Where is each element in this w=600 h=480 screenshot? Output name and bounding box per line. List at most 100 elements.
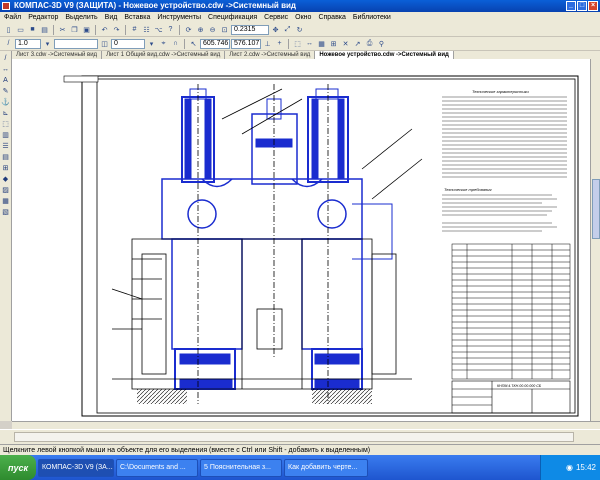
close-button[interactable]: × (588, 1, 598, 11)
library-icon[interactable]: ⚲ (376, 38, 387, 49)
dimension-icon[interactable]: ↔ (304, 38, 315, 49)
coord-y-field[interactable]: 576.107 (231, 38, 261, 49)
task-documents[interactable]: C:\Documents and ... (116, 458, 198, 477)
round-icon[interactable]: + (274, 38, 285, 49)
associative-view-icon[interactable]: ▥ (1, 131, 10, 140)
toolbar-separator (95, 24, 96, 35)
tab-sheet-2[interactable]: Лист 2.cdw ->Системный вид (225, 51, 316, 59)
designations-icon[interactable]: A (1, 76, 10, 85)
status-text: Щелкните левой кнопкой мыши на объекте д… (3, 447, 371, 454)
print-icon[interactable]: ▤ (39, 24, 50, 35)
toolbar-separator (288, 38, 289, 49)
drawing-canvas[interactable]: Технические характеристики Технические т… (12, 59, 590, 421)
menu-file[interactable]: Файл (4, 14, 21, 21)
vertical-scroll-thumb[interactable] (592, 179, 600, 239)
standard-toolbar: ▯ ▭ ■ ▤ ✂ ❐ ▣ ↶ ↷ # ☷ ⌥ ? ⟳ ⊕ ⊖ ⊡ 0.2315… (0, 23, 600, 37)
zoom-fit-icon[interactable]: ⤢ (282, 24, 293, 35)
reports-icon[interactable]: ▤ (1, 153, 10, 162)
help-arrow-icon[interactable]: ↗ (352, 38, 363, 49)
minimize-button[interactable]: _ (566, 1, 576, 11)
properties-icon[interactable]: ☷ (141, 24, 152, 35)
open-folder-icon[interactable]: ▭ (15, 24, 26, 35)
geometry-icon[interactable]: / (1, 54, 10, 63)
zoom-field[interactable]: 0.2315 (231, 24, 269, 35)
tab-knife-device[interactable]: Ножевое устройство.cdw ->Системный вид (315, 51, 454, 59)
grid-icon[interactable]: # (129, 24, 140, 35)
tab-sheet-1[interactable]: Лист 1 Общий вид.cdw ->Системный вид (102, 51, 226, 59)
snap-icon[interactable]: ⌖ (158, 38, 169, 49)
kompas-app-icon (2, 2, 10, 10)
coord-x-field[interactable]: 605.746 (200, 38, 230, 49)
line-width-field[interactable]: 1.0 (15, 38, 41, 49)
zoom-window-icon[interactable]: ⊡ (219, 24, 230, 35)
layer-icon[interactable]: ◫ (99, 38, 110, 49)
insert-icon[interactable]: ⊞ (1, 164, 10, 173)
measure-icon[interactable]: ⊾ (1, 109, 10, 118)
menu-service[interactable]: Сервис (264, 14, 288, 21)
style-select[interactable] (54, 38, 98, 49)
current-state-toolbar: / 1.0 ▾ ◫ 0 ▾ ⌖ ∩ ↖ 605.746 576.107 ⊥ + … (0, 37, 600, 51)
fragment-icon[interactable]: ▦ (1, 197, 10, 206)
ortho-icon[interactable]: ⊥ (262, 38, 273, 49)
zoom-in-icon[interactable]: ⊕ (195, 24, 206, 35)
style-icon[interactable]: / (3, 38, 14, 49)
compact-panel: / ↔ A ✎ ⚓ ⊾ ⬚ ▥ ☰ ▤ ⊞ ◆ ▨ ▦ ▧ (0, 51, 12, 421)
maximize-button[interactable]: □ (577, 1, 587, 11)
raster-icon[interactable]: ▨ (1, 186, 10, 195)
task-how-to-add[interactable]: Как добавить черте... (284, 458, 368, 477)
dimensions-icon[interactable]: ↔ (1, 65, 10, 74)
menu-tools[interactable]: Инструменты (157, 14, 201, 21)
macro-icon[interactable]: ◆ (1, 175, 10, 184)
toolbar-separator (53, 24, 54, 35)
network-icon[interactable]: ◉ (566, 463, 573, 472)
redo-icon[interactable]: ↷ (111, 24, 122, 35)
cut-icon[interactable]: ✂ (57, 24, 68, 35)
magnet-icon[interactable]: ∩ (170, 38, 181, 49)
zoom-out-icon[interactable]: ⊖ (207, 24, 218, 35)
title-bar: КОМПАС-3D V9 (ЗАЩИТА) - Ножевое устройст… (0, 0, 600, 12)
tree-icon[interactable]: ⌥ (153, 24, 164, 35)
edit-icon[interactable]: ✎ (1, 87, 10, 96)
clock[interactable]: 15:42 (576, 463, 596, 472)
local-cs-icon[interactable]: ⊞ (328, 38, 339, 49)
select-icon[interactable]: ⬚ (292, 38, 303, 49)
task-kompas[interactable]: КОМПАС-3D V9 (ЗА... (38, 458, 114, 477)
menu-editor[interactable]: Редактор (28, 14, 58, 21)
redraw-icon[interactable]: ↻ (294, 24, 305, 35)
chevron-down-icon[interactable]: ▾ (42, 38, 53, 49)
menu-window[interactable]: Окно (295, 14, 311, 21)
hatch-icon[interactable]: ▧ (1, 208, 10, 217)
menu-specification[interactable]: Спецификация (208, 14, 257, 21)
vertical-scrollbar[interactable] (590, 59, 600, 421)
undo-icon[interactable]: ↶ (99, 24, 110, 35)
copy-icon[interactable]: ❐ (69, 24, 80, 35)
new-document-icon[interactable]: ▯ (3, 24, 14, 35)
layer-dropdown-icon[interactable]: ▾ (146, 38, 157, 49)
layer-field[interactable]: 0 (111, 38, 145, 49)
snap-grid-icon[interactable]: ▦ (316, 38, 327, 49)
properties-panel (14, 432, 574, 442)
menu-libraries[interactable]: Библиотеки (353, 14, 391, 21)
cursor-icon[interactable]: ↖ (188, 38, 199, 49)
task-explanatory-note[interactable]: 5 Пояснительная з... (200, 458, 282, 477)
start-button[interactable]: пуск (0, 455, 36, 480)
print-preview-icon[interactable]: ⎙ (364, 38, 375, 49)
toolbar-separator (125, 24, 126, 35)
kompas-window: КОМПАС-3D V9 (ЗАЩИТА) - Ножевое устройст… (0, 0, 600, 480)
spec-icon[interactable]: ☰ (1, 142, 10, 151)
properties-bar (0, 429, 600, 444)
menu-help[interactable]: Справка (318, 14, 345, 21)
menu-select[interactable]: Выделить (65, 14, 97, 21)
help-icon[interactable]: ? (165, 24, 176, 35)
save-icon[interactable]: ■ (27, 24, 38, 35)
paste-icon[interactable]: ▣ (81, 24, 92, 35)
refresh-icon[interactable]: ⟳ (183, 24, 194, 35)
horizontal-scrollbar[interactable] (12, 421, 600, 429)
menu-insert[interactable]: Вставка (124, 14, 150, 21)
pan-icon[interactable]: ✥ (270, 24, 281, 35)
tab-sheet-3[interactable]: Лист 3.cdw ->Системный вид (12, 51, 103, 59)
parametrization-icon[interactable]: ⚓ (1, 98, 10, 107)
menu-view[interactable]: Вид (105, 14, 118, 21)
stop-icon[interactable]: ✕ (340, 38, 351, 49)
select-panel-icon[interactable]: ⬚ (1, 120, 10, 129)
